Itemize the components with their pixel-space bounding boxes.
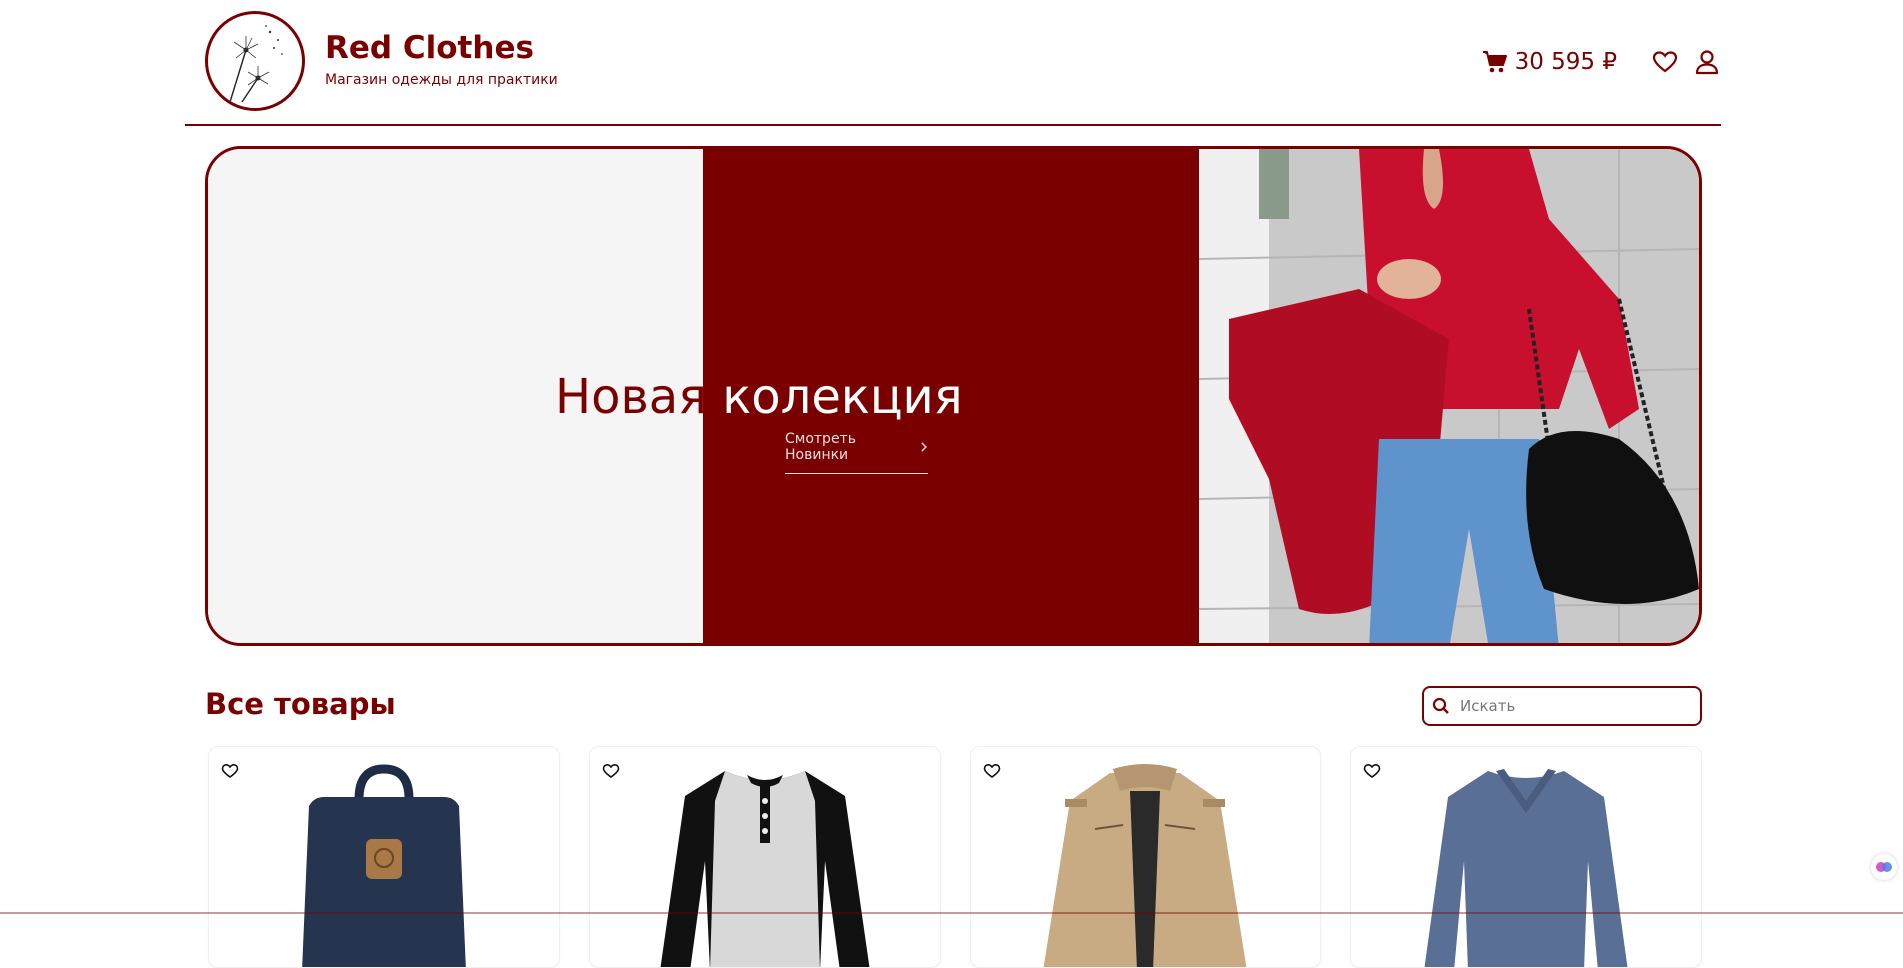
brand-subtitle: Магазин одежды для практики <box>325 72 558 88</box>
heart-icon <box>1652 51 1678 73</box>
hero-banner: Новая колекция Смотреть Новинки <box>205 146 1702 646</box>
dandelion-icon <box>229 25 283 103</box>
all-products-title: Все товары <box>205 687 396 721</box>
logo[interactable] <box>205 11 305 111</box>
profile-button[interactable] <box>1693 48 1721 76</box>
product-card[interactable] <box>588 746 941 968</box>
cart-button[interactable]: 30 595 ₽ <box>1481 48 1617 76</box>
product-card[interactable] <box>969 746 1322 968</box>
chevron-right-icon <box>921 442 927 452</box>
search-icon <box>1432 697 1449 714</box>
extension-widget-icon[interactable] <box>1871 854 1897 880</box>
search-input[interactable] <box>1458 696 1692 716</box>
heart-icon[interactable] <box>602 763 620 779</box>
product-grid <box>208 746 1702 968</box>
user-icon <box>1695 50 1719 75</box>
view-new-arrivals-link[interactable]: Смотреть Новинки <box>785 431 928 474</box>
heart-icon[interactable] <box>983 763 1001 779</box>
heart-icon[interactable] <box>1363 763 1381 779</box>
product-card[interactable] <box>1350 746 1702 968</box>
product-image-backpack <box>302 764 466 967</box>
product-image-beige-jacket <box>1044 764 1247 967</box>
banner-heading-part1: Новая <box>555 369 708 425</box>
banner-photo <box>1199 149 1699 643</box>
heart-icon[interactable] <box>221 763 239 779</box>
view-new-arrivals-label: Смотреть Новинки <box>785 431 856 463</box>
banner-heading-part2: колекция <box>707 369 963 425</box>
favorites-button[interactable] <box>1651 48 1679 76</box>
product-image-blue-vneck-sweater <box>1424 769 1628 967</box>
cart-total: 30 595 ₽ <box>1514 49 1617 75</box>
search-box <box>1422 686 1702 726</box>
product-card[interactable] <box>208 746 560 968</box>
product-image-raglan-longsleeve <box>660 771 870 967</box>
site-header: Red Clothes Магазин одежды для практики … <box>185 0 1721 126</box>
brand-title[interactable]: Red Clothes <box>325 30 534 66</box>
header-actions: 30 595 ₽ <box>1481 46 1721 78</box>
banner-heading: Новая колекция <box>555 367 963 427</box>
cart-icon <box>1482 51 1507 73</box>
